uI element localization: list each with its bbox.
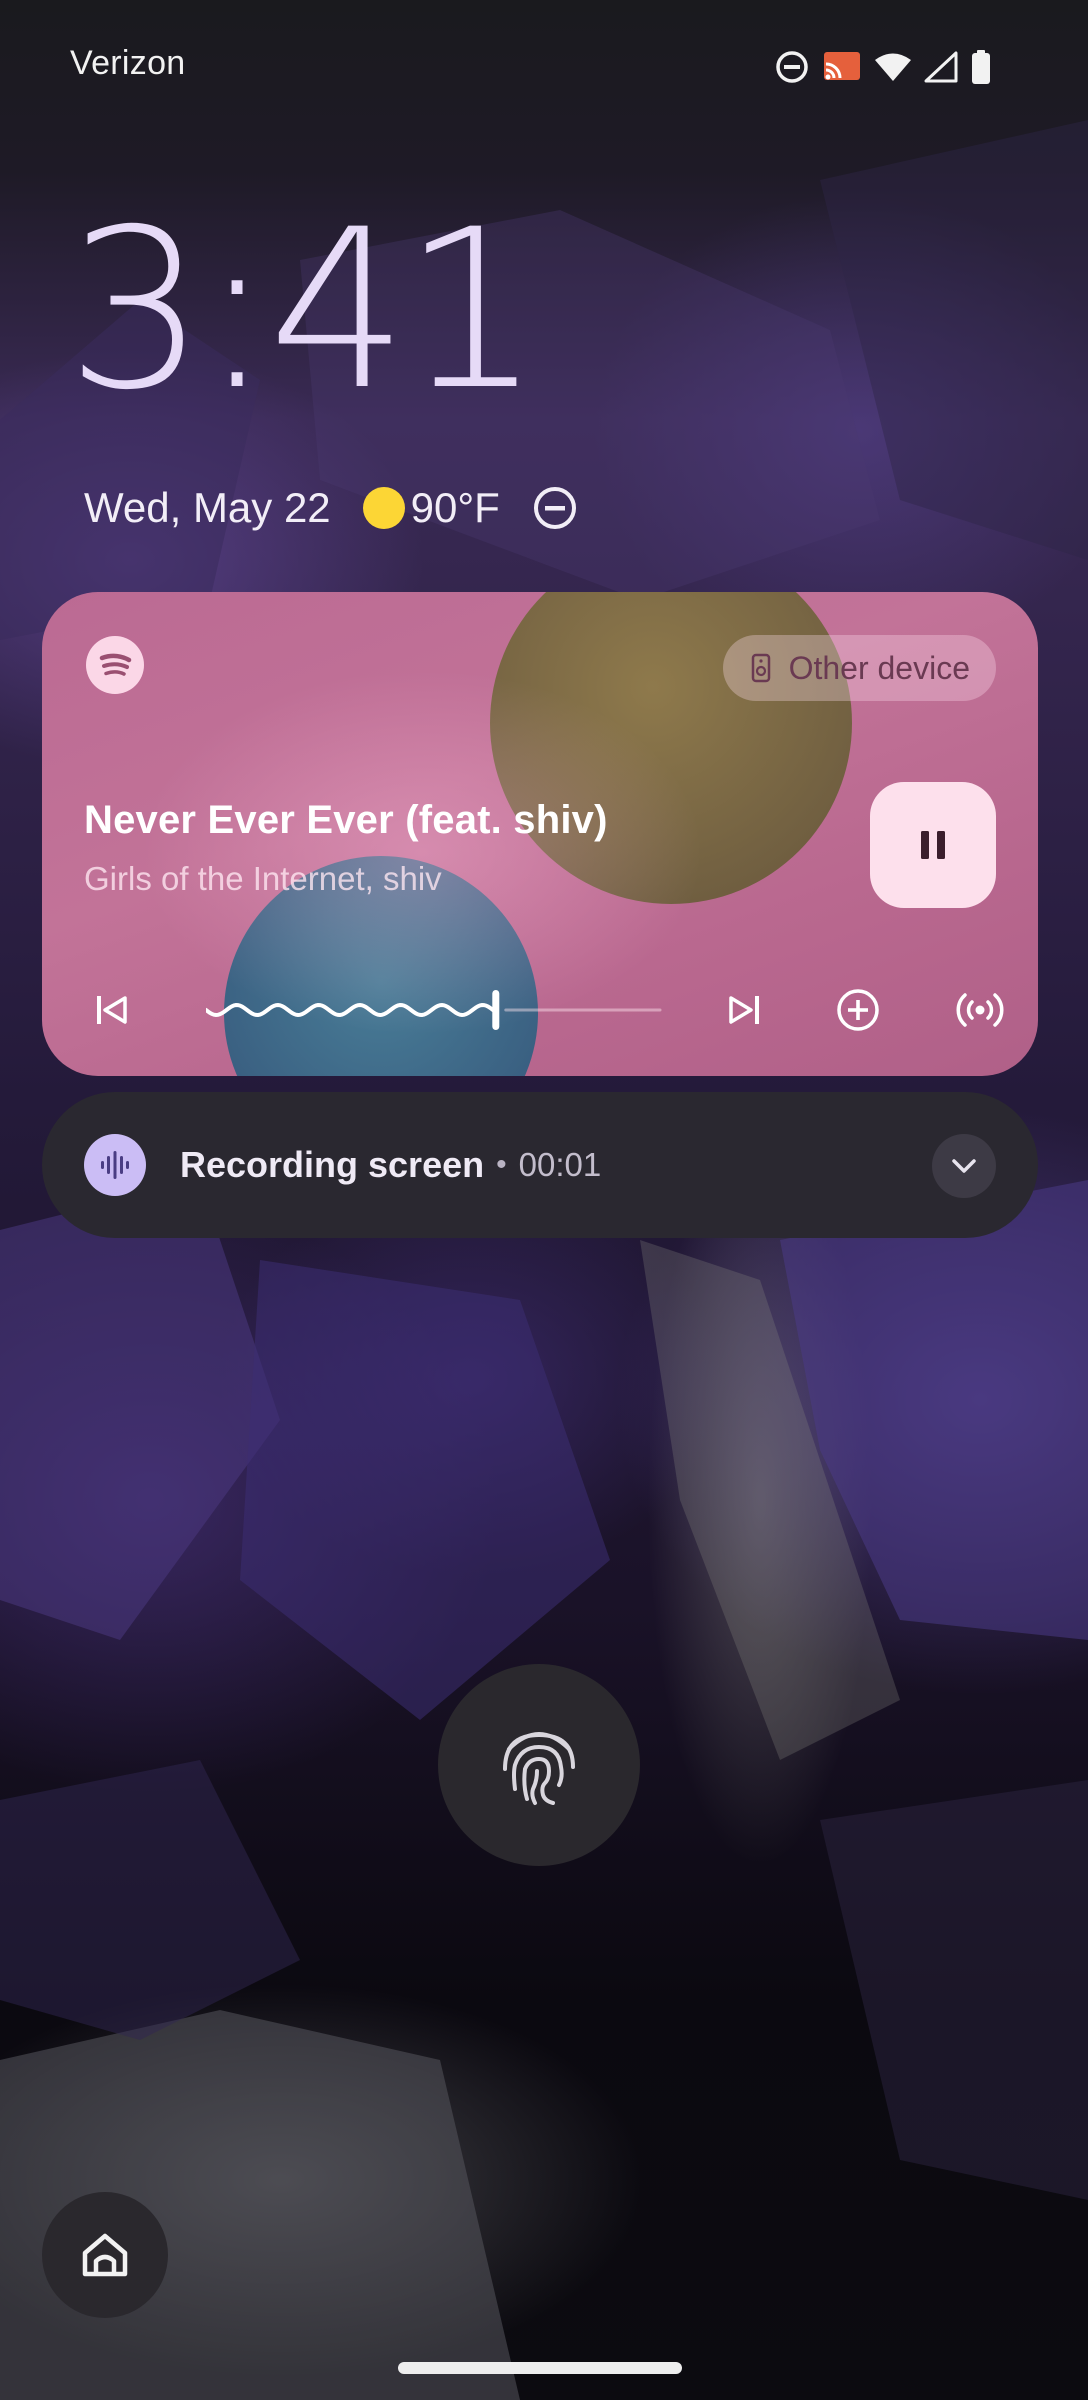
do-not-disturb-icon xyxy=(533,487,576,529)
seek-bar-thumb[interactable] xyxy=(492,990,500,1030)
screen-recording-notification[interactable]: Recording screen • 00:01 xyxy=(42,1092,1038,1238)
add-to-library-button[interactable] xyxy=(826,978,890,1042)
expand-notification-button[interactable] xyxy=(932,1134,996,1198)
next-icon xyxy=(729,996,759,1024)
temperature-text: 90°F xyxy=(410,484,500,531)
output-device-chip[interactable]: Other device xyxy=(722,635,996,701)
fingerprint-icon xyxy=(503,1732,575,1805)
do-not-disturb-icon xyxy=(776,51,808,83)
pause-icon xyxy=(921,831,945,859)
cast-icon xyxy=(824,52,860,80)
home-icon xyxy=(82,2233,128,2277)
media-player-card[interactable]: Other device Never Ever Ever (feat. shiv… xyxy=(42,592,1038,1076)
date-text: Wed, May 22 xyxy=(84,484,331,531)
home-controls-shortcut[interactable] xyxy=(42,2192,168,2318)
lock-screen: Verizon 3:41 Wed, May 22 90°F Other devi… xyxy=(0,0,1088,2400)
broadcast-button[interactable] xyxy=(948,978,1012,1042)
date-weather-row[interactable]: Wed, May 22 90°F xyxy=(84,478,578,538)
previous-icon xyxy=(97,996,127,1024)
track-title: Never Ever Ever (feat. shiv) xyxy=(84,798,608,842)
output-device-label: Other device xyxy=(788,649,970,686)
status-icons xyxy=(774,48,992,86)
previous-track-button[interactable] xyxy=(82,980,142,1040)
cellular-signal-icon xyxy=(924,51,958,83)
spotify-icon[interactable] xyxy=(86,636,144,694)
broadcast-icon xyxy=(956,993,1004,1027)
gesture-navigation-bar[interactable] xyxy=(398,2362,682,2374)
pause-button[interactable] xyxy=(870,782,996,908)
track-artist: Girls of the Internet, shiv xyxy=(84,860,442,897)
speaker-icon xyxy=(751,653,770,683)
notification-separator: • xyxy=(496,1148,507,1181)
sound-wave-icon xyxy=(84,1134,146,1196)
carrier-name: Verizon xyxy=(70,44,186,82)
notification-text: Recording screen • 00:01 xyxy=(180,1092,601,1238)
recording-elapsed-time: 00:01 xyxy=(518,1146,602,1183)
seek-bar-played xyxy=(206,1002,496,1018)
notification-title: Recording screen xyxy=(180,1144,485,1185)
sun-icon xyxy=(362,487,405,529)
seek-bar[interactable] xyxy=(206,984,666,1036)
fingerprint-unlock-button[interactable] xyxy=(438,1664,640,1866)
wifi-icon xyxy=(875,53,911,81)
status-bar: Verizon xyxy=(0,0,1088,140)
lockscreen-clock: 3:41 xyxy=(66,182,542,438)
add-icon xyxy=(837,989,879,1031)
next-track-button[interactable] xyxy=(714,980,774,1040)
battery-icon xyxy=(972,50,990,84)
chevron-down-icon xyxy=(952,1159,976,1173)
